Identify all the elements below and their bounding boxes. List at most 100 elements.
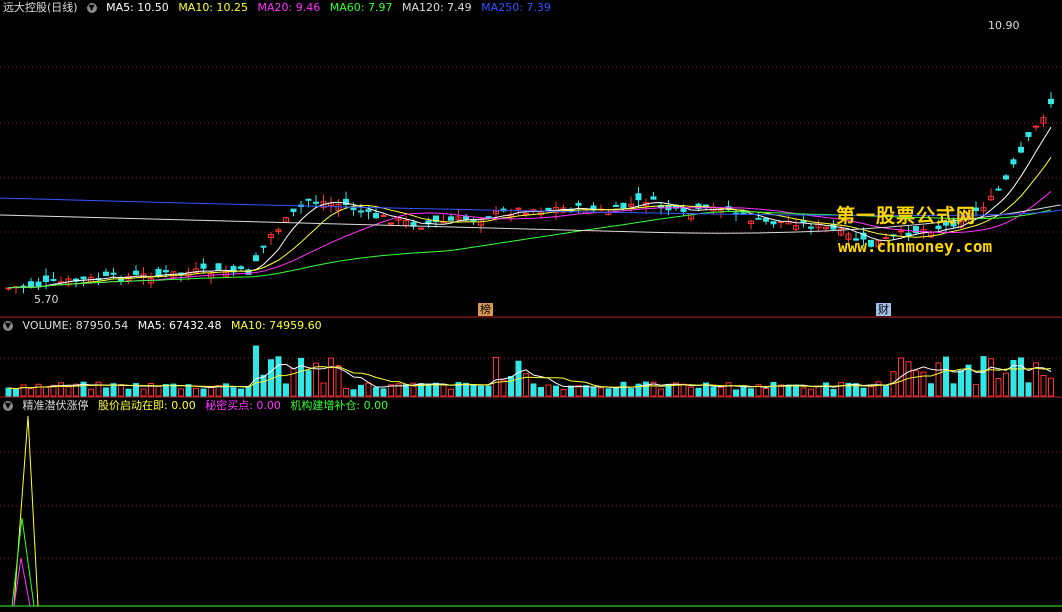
ma5-label: MA5: 10.50 (106, 1, 169, 14)
candle-body (650, 196, 657, 200)
volume-bar (575, 385, 582, 397)
volume-bar (688, 386, 694, 397)
volume-bar (260, 374, 267, 397)
volume-pane[interactable]: ▼ VOLUME: 87950.54 MA5: 67432.48 MA10: 7… (0, 318, 1062, 398)
volume-ma10: MA10: 74959.60 (230, 319, 322, 332)
candle-body (463, 216, 469, 220)
volume-bar (785, 384, 792, 397)
volume-bar (238, 388, 244, 397)
volume-bar (568, 385, 574, 397)
indicator-pane[interactable]: ▼ 精准潜伏涨停 股价启动在即: 0.00 秘密买点: 0.00 机构建增补仓:… (0, 398, 1062, 612)
volume-bar (763, 388, 769, 397)
watermark-url: www.chnmoney.com (838, 237, 993, 256)
volume-bar (875, 381, 882, 397)
volume-bar (463, 382, 469, 397)
indicator-spike-yellow (13, 415, 39, 607)
candle-body (290, 208, 297, 212)
event-tag-cai[interactable]: 财 (876, 303, 891, 316)
candle-body (635, 193, 642, 201)
vol-ma5-line (8, 363, 1052, 390)
candle-body (358, 210, 364, 213)
volume-bar (163, 384, 169, 397)
candle-body (253, 255, 259, 262)
volume-bar (598, 387, 604, 397)
volume-bar (28, 387, 34, 397)
volume-bar (748, 388, 754, 397)
candle-body (418, 227, 424, 230)
volume-bar (620, 381, 627, 397)
volume-bar (20, 384, 27, 397)
event-tag-bang[interactable]: 榜 (478, 303, 493, 316)
candle-body (575, 202, 582, 206)
candle-body (305, 198, 312, 201)
candle-body (755, 217, 762, 220)
candle-body (763, 218, 769, 222)
volume-bar (710, 386, 717, 397)
collapse-icon[interactable]: ▼ (3, 401, 13, 411)
volume-bar (5, 387, 12, 397)
volume-bar (58, 382, 64, 397)
candle-body (1018, 146, 1024, 153)
volume-ma5: MA5: 67432.48 (137, 319, 222, 332)
volume-bar (245, 386, 252, 397)
volume-bar (680, 383, 687, 397)
candle-body (110, 272, 117, 275)
volume-bar (358, 384, 364, 397)
indicator-chart[interactable] (0, 398, 1062, 612)
volume-bar (140, 388, 147, 397)
volume-bar (380, 388, 387, 397)
indicator-value-2: 秘密买点: 0.00 (205, 399, 281, 412)
volume-bar (95, 381, 102, 397)
ma60-label: MA60: 7.97 (329, 1, 393, 14)
volume-bar (718, 386, 724, 397)
candle-body (620, 202, 627, 209)
volume-bar (425, 384, 432, 397)
indicator-title: 精准潜伏涨停 (22, 399, 89, 412)
volume-label: VOLUME: 87950.54 (22, 319, 129, 332)
candle-body (313, 201, 319, 204)
watermark-cn: 第一股票公式网 (836, 205, 977, 227)
price-chart[interactable] (0, 0, 1062, 318)
volume-bar (545, 384, 552, 397)
volume-bar (493, 356, 499, 397)
candle-body (200, 263, 207, 269)
collapse-icon[interactable]: ▼ (3, 321, 13, 331)
price-pane[interactable]: 远大控股(日线) ▼ MA5: 10.50 MA10: 10.25 MA20: 9… (0, 0, 1062, 318)
volume-bar (448, 388, 454, 397)
candle-body (995, 188, 1002, 191)
candle-body (50, 278, 57, 281)
volume-bar (838, 382, 844, 397)
volume-bar (793, 384, 799, 397)
volume-bar (995, 377, 1002, 397)
ma20-label: MA20: 9.46 (257, 1, 321, 14)
candle-body (28, 281, 34, 288)
candle-body (350, 207, 357, 211)
candle-body (1048, 98, 1054, 105)
volume-bar (605, 388, 612, 397)
volume-bar (508, 376, 514, 397)
volume-bar (350, 389, 357, 397)
candle-body (485, 216, 492, 219)
volume-bar (740, 385, 747, 397)
volume-bar (1018, 357, 1024, 397)
volume-bar (868, 386, 874, 397)
candle-body (545, 207, 552, 211)
candle-body (680, 208, 687, 212)
volume-bar (118, 384, 124, 397)
volume-bar (583, 385, 589, 397)
volume-bar (988, 358, 994, 397)
volume-bar (305, 370, 312, 397)
volume-bar (860, 387, 867, 397)
volume-bar (935, 362, 942, 397)
candle-body (1010, 159, 1017, 165)
collapse-icon[interactable]: ▼ (86, 3, 97, 13)
candle-body (770, 221, 777, 225)
candle-body (613, 204, 619, 207)
volume-bar (1040, 374, 1047, 397)
volume-bar (373, 387, 379, 397)
candle-body (155, 268, 162, 276)
volume-bar (320, 382, 327, 397)
volume-bar (823, 382, 829, 397)
volume-bar (485, 385, 492, 397)
volume-bar (253, 345, 259, 397)
